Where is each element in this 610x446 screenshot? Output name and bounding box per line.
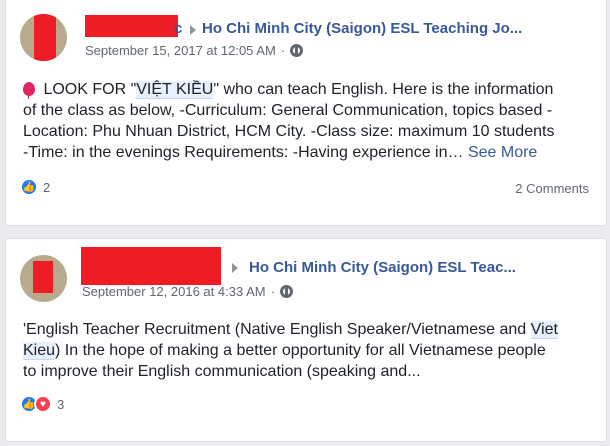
highlighted-term: Viet bbox=[530, 321, 558, 339]
post-text: LOOK FOR " bbox=[39, 81, 137, 98]
meta-separator: · bbox=[280, 43, 286, 58]
reaction-count[interactable]: 3 bbox=[57, 397, 64, 412]
triangle-right-icon bbox=[232, 263, 238, 273]
post-text: -Time: in the evenings Requirements: -Ha… bbox=[23, 144, 464, 161]
see-more-link[interactable]: See More bbox=[468, 144, 537, 161]
post-card: Ho Chi Minh City (Saigon) ESL Teac... Se… bbox=[5, 238, 607, 442]
post-body: 'English Teacher Recruitment (Native Eng… bbox=[23, 319, 558, 382]
highlighted-term: VIỆT KIỀU bbox=[136, 81, 214, 99]
post-text: " who can teach English. Here is the inf… bbox=[213, 81, 554, 98]
reactions[interactable]: 👍 2 bbox=[20, 178, 50, 196]
post-text: Location: Phu Nhuan District, HCM City. … bbox=[23, 123, 555, 140]
love-icon: ♥ bbox=[34, 395, 52, 413]
reaction-count[interactable]: 2 bbox=[43, 180, 50, 195]
redaction-block bbox=[34, 14, 56, 61]
avatar[interactable] bbox=[20, 255, 67, 302]
comments-link[interactable]: 2 Comments bbox=[515, 181, 589, 196]
post-card: c Ho Chi Minh City (Saigon) ESL Teaching… bbox=[5, 0, 607, 226]
author-name-redaction bbox=[85, 15, 178, 37]
like-icon: 👍 bbox=[20, 178, 38, 196]
post-timestamp[interactable]: September 15, 2017 at 12:05 AM bbox=[85, 43, 276, 58]
friends-icon[interactable] bbox=[279, 285, 293, 298]
group-link[interactable]: Ho Chi Minh City (Saigon) ESL Teaching J… bbox=[202, 20, 522, 37]
post-text: 'English Teacher Recruitment (Native Eng… bbox=[23, 321, 531, 338]
post-text: of the class as below, -Curriculum: Gene… bbox=[23, 102, 553, 119]
triangle-right-icon bbox=[190, 25, 196, 35]
avatar[interactable] bbox=[20, 14, 67, 61]
friends-icon[interactable] bbox=[290, 44, 304, 57]
post-timestamp[interactable]: September 12, 2016 at 4:33 AM bbox=[82, 284, 266, 299]
author-name[interactable]: c bbox=[174, 20, 182, 37]
balloon-icon bbox=[23, 82, 35, 99]
author-name-redaction bbox=[81, 247, 221, 285]
highlighted-term: Kieu bbox=[23, 342, 56, 360]
reactions[interactable]: 👍 ♥ 3 bbox=[20, 395, 64, 413]
post-text: to improve their English communication (… bbox=[23, 363, 421, 380]
meta-separator: · bbox=[270, 284, 275, 299]
post-meta: September 15, 2017 at 12:05 AM · bbox=[85, 43, 304, 58]
group-link[interactable]: Ho Chi Minh City (Saigon) ESL Teac... bbox=[249, 259, 516, 276]
redaction-block bbox=[33, 261, 53, 293]
post-text: ) In the hope of making a better opportu… bbox=[55, 342, 546, 359]
post-body: LOOK FOR "VIỆT KIỀU" who can teach Engli… bbox=[23, 79, 554, 163]
post-meta: September 12, 2016 at 4:33 AM · bbox=[82, 284, 293, 299]
